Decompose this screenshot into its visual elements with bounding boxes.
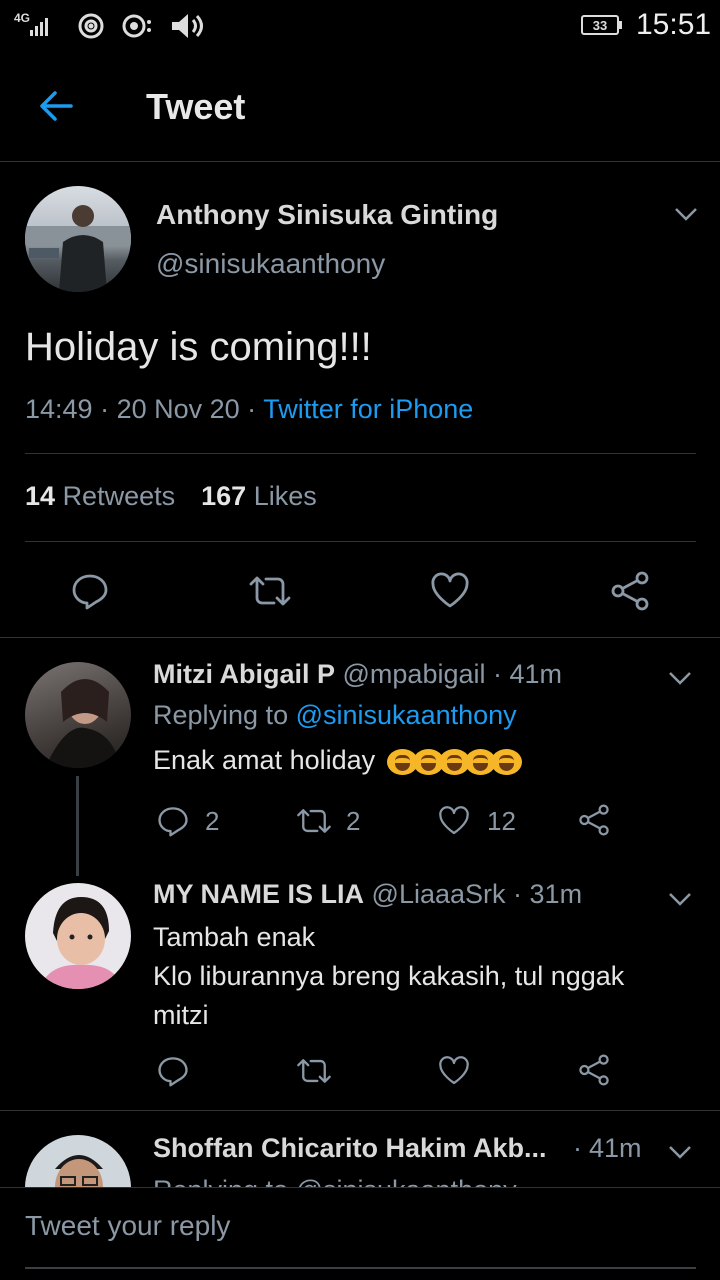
share-icon[interactable] [578,1054,610,1086]
retweets-label: Retweets [62,481,176,511]
reply-text-content: Enak amat holiday [153,745,376,775]
reply-avatar[interactable] [25,662,131,768]
retweets-stat[interactable]: 14 Retweets [25,481,175,511]
retweet-icon[interactable] [295,1055,333,1087]
replying-to-label: Replying to [153,700,289,730]
reply-separator: · [573,1133,582,1163]
reply-time: 41m [509,659,563,689]
reply-avatar[interactable] [25,883,131,989]
stats-divider [25,541,696,542]
reply-header: MY NAME IS LIA @LiaaaSrk · 31m [153,879,582,910]
likes-label: Likes [253,481,317,511]
reply-item[interactable]: Shoffan Chicarito Hakim Akb... · 41m Rep… [0,1111,720,1187]
reply-text-line: Klo liburannya breng kakasih, tul nggak [153,961,625,991]
back-arrow-icon[interactable] [38,88,74,124]
battery-level: 33 [592,18,608,33]
reply-time: 31m [529,879,583,909]
battery-tip [619,21,622,29]
likes-count: 167 [201,481,247,511]
reply-text-line: Tambah enak [153,922,316,952]
reply-separator: · [505,879,530,909]
reply-time: 41m [589,1133,642,1163]
author-handle[interactable]: @sinisukaanthony [156,248,385,280]
reply-icon[interactable] [157,1055,189,1087]
retweet-count: 2 [346,806,361,836]
header-divider [0,161,720,162]
network-type-label: 4G [14,11,31,25]
thread-line [76,776,79,876]
signal-icon [30,18,60,36]
tweet-text: Holiday is coming!!! [25,325,372,369]
likes-stat[interactable]: 167 Likes [201,481,317,511]
meta-separator: · [92,394,117,424]
chevron-down-icon[interactable] [674,207,698,221]
replying-to-handle[interactable]: @sinisukaanthony [296,700,517,730]
reply-author-name[interactable]: Shoffan Chicarito Hakim Akb... [153,1133,547,1164]
reply-text-line: mitzi [153,1000,209,1030]
author-avatar[interactable] [25,186,131,292]
tweet-meta: 14:49 · 20 Nov 20 · Twitter for iPhone [25,394,473,425]
retweet-icon[interactable] [295,805,333,837]
tweet-date: 20 Nov 20 [116,394,240,424]
reply-text: Enak amat holiday [153,745,522,776]
reply-count: 2 [205,806,220,836]
reply-input-underline [25,1267,696,1269]
reply-avatar[interactable] [25,1135,131,1187]
meta-divider [25,453,696,454]
tweet-divider [0,637,720,638]
share-icon[interactable] [610,571,650,611]
author-name[interactable]: Anthony Sinisuka Ginting [156,199,498,231]
reply-header: Mitzi Abigail P @mpabigail · 41m [153,659,562,690]
reply-author-handle[interactable]: @mpabigail [343,659,486,689]
tweet-source-link[interactable]: Twitter for iPhone [263,394,473,424]
sync-icon [122,12,154,40]
reply-separator: · [485,659,510,689]
like-icon[interactable] [438,1055,470,1087]
battery-icon: 33 [581,15,619,35]
reply-author-handle[interactable]: @LiaaaSrk [372,879,506,909]
crying-emoji-icon [386,745,522,775]
tweet-time: 14:49 [25,394,93,424]
replying-to: Replying to @sinisukaanthony [153,700,517,731]
like-count: 12 [487,806,516,836]
like-icon[interactable] [438,805,470,837]
reply-input[interactable] [25,1204,685,1248]
reply-author-name[interactable]: MY NAME IS LIA [153,879,364,909]
page-title: Tweet [146,86,246,127]
reply-author-name[interactable]: Mitzi Abigail P [153,659,335,689]
reply-composer[interactable] [0,1188,720,1280]
reply-text: Tambah enak Klo liburannya breng kakasih… [153,918,624,1035]
replying-to: Replying to @sinisukaanthony [153,1175,517,1187]
retweet-icon[interactable] [247,572,293,610]
chevron-down-icon[interactable] [668,892,692,906]
chevron-down-icon[interactable] [668,671,692,685]
share-icon[interactable] [578,804,610,836]
volume-icon [170,12,204,40]
clock: 15:51 [636,8,712,41]
retweets-count: 14 [25,481,56,511]
hotspot-icon [77,12,105,40]
reply-icon[interactable] [71,572,109,610]
meta-separator: · [239,394,264,424]
reply-icon[interactable] [157,805,189,837]
like-icon[interactable] [430,572,470,610]
tweet-stats: 14 Retweets 167 Likes [25,481,317,512]
chevron-down-icon[interactable] [668,1145,692,1159]
